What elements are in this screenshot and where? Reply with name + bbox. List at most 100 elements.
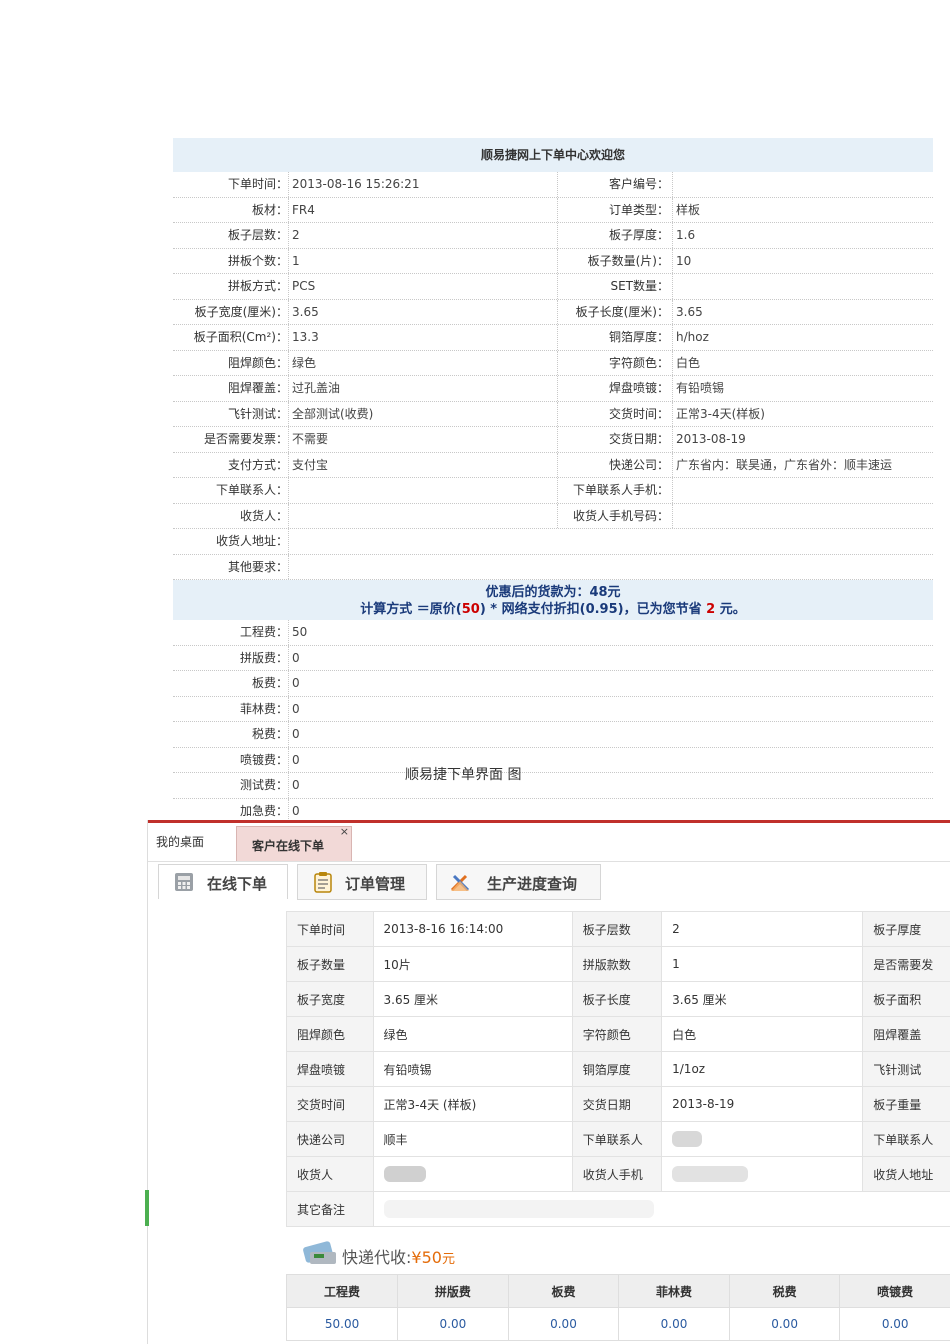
express-amount: ¥50 <box>411 1248 442 1267</box>
grid-label: 下单联系人 <box>571 1121 663 1157</box>
grid-label: 板子厚度 <box>862 911 950 947</box>
grid-row: 交货时间 正常3-4天 (样板) 交货日期 2013-8-19 板子重量 <box>286 1086 950 1122</box>
tab-online-order-form[interactable]: 在线下单 <box>158 864 288 899</box>
summary-row: 收货人： 收货人手机号码： <box>173 503 933 529</box>
side-expander[interactable] <box>145 1190 149 1226</box>
grid-label: 交货日期 <box>571 1086 663 1122</box>
field-value: h/hoz <box>676 330 709 344</box>
grid-label: 阻焊覆盖 <box>862 1016 950 1052</box>
order-detail-grid: 下单时间 2013-8-16 16:14:00 板子层数 2 板子厚度 板子数量 10片 拼版… <box>286 911 950 1227</box>
calculator-icon <box>175 873 193 891</box>
tab-production-progress[interactable]: 生产进度查询 <box>436 864 601 900</box>
grid-label: 阻焊颜色 <box>286 1016 374 1052</box>
field-value: 正常3-4天(样板) <box>676 406 765 421</box>
fee-row: 测试费： 0 <box>173 773 933 799</box>
field-value: 10 <box>676 253 692 268</box>
fee-amount: 50.00 <box>285 1307 399 1341</box>
card-reader-icon <box>303 1241 336 1264</box>
grid-label: 铜箔厚度 <box>571 1051 663 1087</box>
fee-value: 0 <box>292 727 300 741</box>
clipboard-icon <box>314 872 332 893</box>
field-value: 不需要 <box>292 432 329 446</box>
field-value: 有铅喷锡 <box>676 381 725 395</box>
field-value: 广东省内：联昊通，广东省外：顺丰速运 <box>676 457 893 472</box>
fee-value: 0 <box>292 778 300 792</box>
price-summary: 优惠后的货款为：48元 计算方式 ＝原价(50) * 网络支付折扣(0.95)，… <box>173 580 933 620</box>
field-label: 是否需要发票： <box>203 432 288 446</box>
grid-value <box>661 1156 864 1192</box>
grid-value: 白色 <box>661 1016 864 1052</box>
tab-order-management[interactable]: 订单管理 <box>297 864 427 900</box>
field-value: 全部测试(收费) <box>292 406 374 421</box>
window-tabs: 我的桌面 客户在线下单 × <box>148 823 950 862</box>
other-row: 其他要求： <box>173 554 933 580</box>
field-value: 3.65 <box>676 304 703 319</box>
grid-row: 下单时间 2013-8-16 16:14:00 板子层数 2 板子厚度 <box>286 911 950 947</box>
summary-row: 阻焊颜色： 绿色 字符颜色： 白色 <box>173 350 933 376</box>
summary-row: 支付方式： 支付宝 快递公司： 广东省内：联昊通，广东省外：顺丰速运 <box>173 452 933 478</box>
field-label: 收货人手机号码： <box>572 508 669 523</box>
grid-value: 2 <box>661 911 864 947</box>
field-value: 1.6 <box>676 228 696 242</box>
tab-online-order[interactable]: 客户在线下单 × <box>236 825 352 861</box>
fee-row: 拼版费： 0 <box>173 645 933 671</box>
grid-label: 板子长度 <box>571 981 663 1017</box>
grid-label: 板子宽度 <box>286 981 374 1017</box>
fee-value: 0 <box>292 701 300 716</box>
tab-my-desktop[interactable]: 我的桌面 <box>156 833 204 850</box>
fee-label: 拼版费： <box>239 650 288 665</box>
fee-value: 0 <box>292 676 300 690</box>
grid-label: 收货人 <box>286 1156 374 1192</box>
grid-label: 收货人地址 <box>862 1156 950 1192</box>
redacted-value <box>672 1166 749 1182</box>
figure-caption: 顺易捷下单界面 图 <box>405 767 522 783</box>
fee-header: 菲林费 <box>618 1274 730 1308</box>
field-label: 拼板方式： <box>227 279 288 293</box>
fee-header: 板费 <box>507 1274 620 1308</box>
grid-label: 下单时间 <box>286 911 374 947</box>
grid-value: 有铅喷锡 <box>372 1051 573 1087</box>
close-icon[interactable]: × <box>340 825 349 838</box>
fee-amount: 0.00 <box>728 1307 841 1341</box>
grid-value <box>661 1121 864 1157</box>
summary-row: 板子宽度(厘米)： 3.65 板子长度(厘米)： 3.65 <box>173 299 933 325</box>
field-label: 板子长度(厘米)： <box>575 304 669 319</box>
fee-header: 拼版费 <box>397 1274 509 1308</box>
grid-label: 快递公司 <box>286 1121 374 1157</box>
field-value: 13.3 <box>292 330 319 344</box>
summary-row: 板子面积(Cm²)： 13.3 铜箔厚度： h/hoz <box>173 325 933 351</box>
fee-label: 喷镀费： <box>239 752 288 767</box>
field-label: 铜箔厚度： <box>608 330 669 344</box>
fee-amount: 0.00 <box>618 1307 730 1341</box>
field-value: 1 <box>292 253 300 268</box>
summary-row: 阻焊覆盖： 过孔盖油 焊盘喷镀： 有铅喷锡 <box>173 376 933 402</box>
field-value: FR4 <box>292 202 315 217</box>
grid-row: 焊盘喷镀 有铅喷锡 铜箔厚度 1/1oz 飞针测试 <box>286 1051 950 1087</box>
sub-tabs: 在线下单 订单管理 生产进度查询 <box>148 861 950 901</box>
fee-row: 税费： 0 <box>173 722 933 748</box>
grid-label: 焊盘喷镀 <box>286 1051 374 1087</box>
welcome-banner: 顺易捷网上下单中心欢迎您 <box>173 138 933 172</box>
summary-row: 板子层数： 2 板子厚度： 1.6 <box>173 223 933 249</box>
grid-label: 交货时间 <box>286 1086 374 1122</box>
fee-row: 菲林费： 0 <box>173 696 933 722</box>
fee-row: 喷镀费： 0 <box>173 747 933 773</box>
remark-value <box>372 1191 950 1227</box>
field-label: 字符颜色： <box>608 355 669 370</box>
tools-icon <box>450 874 470 892</box>
field-label: 支付方式： <box>227 457 288 472</box>
field-label: 板子宽度(厘米)： <box>194 304 288 319</box>
order-summary: 顺易捷网上下单中心欢迎您 下单时间： 2013-08-16 15:26:21 客户编… <box>173 138 933 850</box>
field-value: 3.65 <box>292 304 319 319</box>
redacted-value <box>383 1166 426 1182</box>
field-label: 客户编号： <box>608 177 669 191</box>
summary-row: 板材： FR4 订单类型： 样板 <box>173 197 933 223</box>
field-value: PCS <box>292 279 316 293</box>
grid-row: 收货人 收货人手机 收货人地址 <box>286 1156 950 1192</box>
grid-label: 板子重量 <box>862 1086 950 1122</box>
grid-value: 2013-8-16 16:14:00 <box>372 911 573 947</box>
field-label: 下单时间： <box>227 177 288 191</box>
fee-amount: 0.00 <box>839 1307 950 1341</box>
field-label: 板材： <box>251 202 288 217</box>
fee-row: 工程费： 50 <box>173 620 933 646</box>
